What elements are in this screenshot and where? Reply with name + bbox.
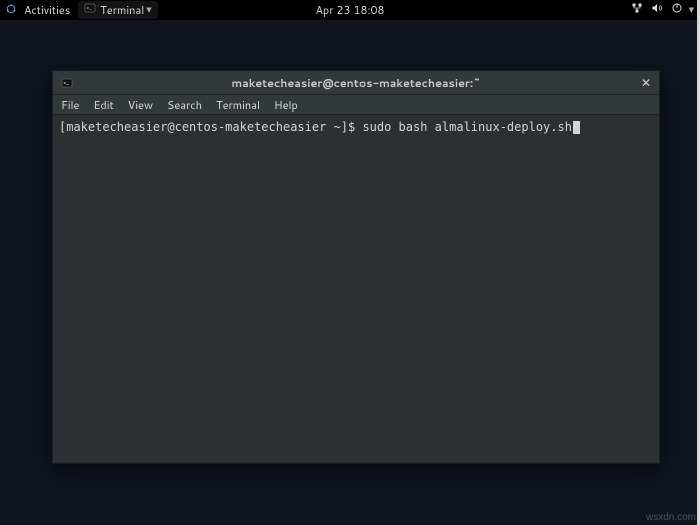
window-title: maketecheasier@centos-maketecheasier:~ xyxy=(231,75,480,91)
app-indicator-label: Terminal xyxy=(100,2,144,18)
power-icon[interactable] xyxy=(671,2,683,18)
menu-edit[interactable]: Edit xyxy=(93,97,113,113)
topbar-left: Activities >_ Terminal ▼ xyxy=(6,1,158,19)
terminal-prompt: [maketecheasier@centos-maketecheasier ~]… xyxy=(59,120,362,134)
watermark: wsxdn.com xyxy=(646,512,696,523)
window-terminal-icon: >_ xyxy=(61,77,73,89)
terminal-command: sudo bash almalinux-deploy.sh xyxy=(362,120,572,134)
network-icon[interactable] xyxy=(631,2,643,18)
terminal-body[interactable]: [maketecheasier@centos-maketecheasier ~]… xyxy=(53,115,659,463)
activities-button[interactable]: Activities xyxy=(24,2,70,18)
menu-search[interactable]: Search xyxy=(167,97,202,113)
os-logo-icon xyxy=(6,2,16,18)
terminal-window: >_ maketecheasier@centos-maketecheasier:… xyxy=(52,70,660,464)
terminal-cursor xyxy=(573,121,580,134)
svg-text:>_: >_ xyxy=(64,79,70,86)
status-chevron-down-icon[interactable]: ▼ xyxy=(689,5,694,15)
topbar-right: ▼ xyxy=(631,2,694,18)
menu-help[interactable]: Help xyxy=(274,97,298,113)
topbar-clock[interactable]: Apr 23 18:08 xyxy=(315,2,384,18)
window-titlebar[interactable]: >_ maketecheasier@centos-maketecheasier:… xyxy=(53,71,659,95)
app-indicator[interactable]: >_ Terminal ▼ xyxy=(78,1,157,19)
chevron-down-icon: ▼ xyxy=(146,5,151,15)
volume-icon[interactable] xyxy=(651,2,663,18)
menu-view[interactable]: View xyxy=(128,97,153,113)
terminal-icon: >_ xyxy=(84,2,96,18)
close-button[interactable]: ✕ xyxy=(641,74,651,91)
window-menubar: File Edit View Search Terminal Help xyxy=(53,95,659,115)
menu-terminal[interactable]: Terminal xyxy=(216,97,260,113)
svg-text:>_: >_ xyxy=(87,5,93,12)
gnome-topbar: Activities >_ Terminal ▼ Apr 23 18:08 ▼ xyxy=(0,0,700,20)
menu-file[interactable]: File xyxy=(61,97,79,113)
clock-label: Apr 23 18:08 xyxy=(315,2,384,18)
